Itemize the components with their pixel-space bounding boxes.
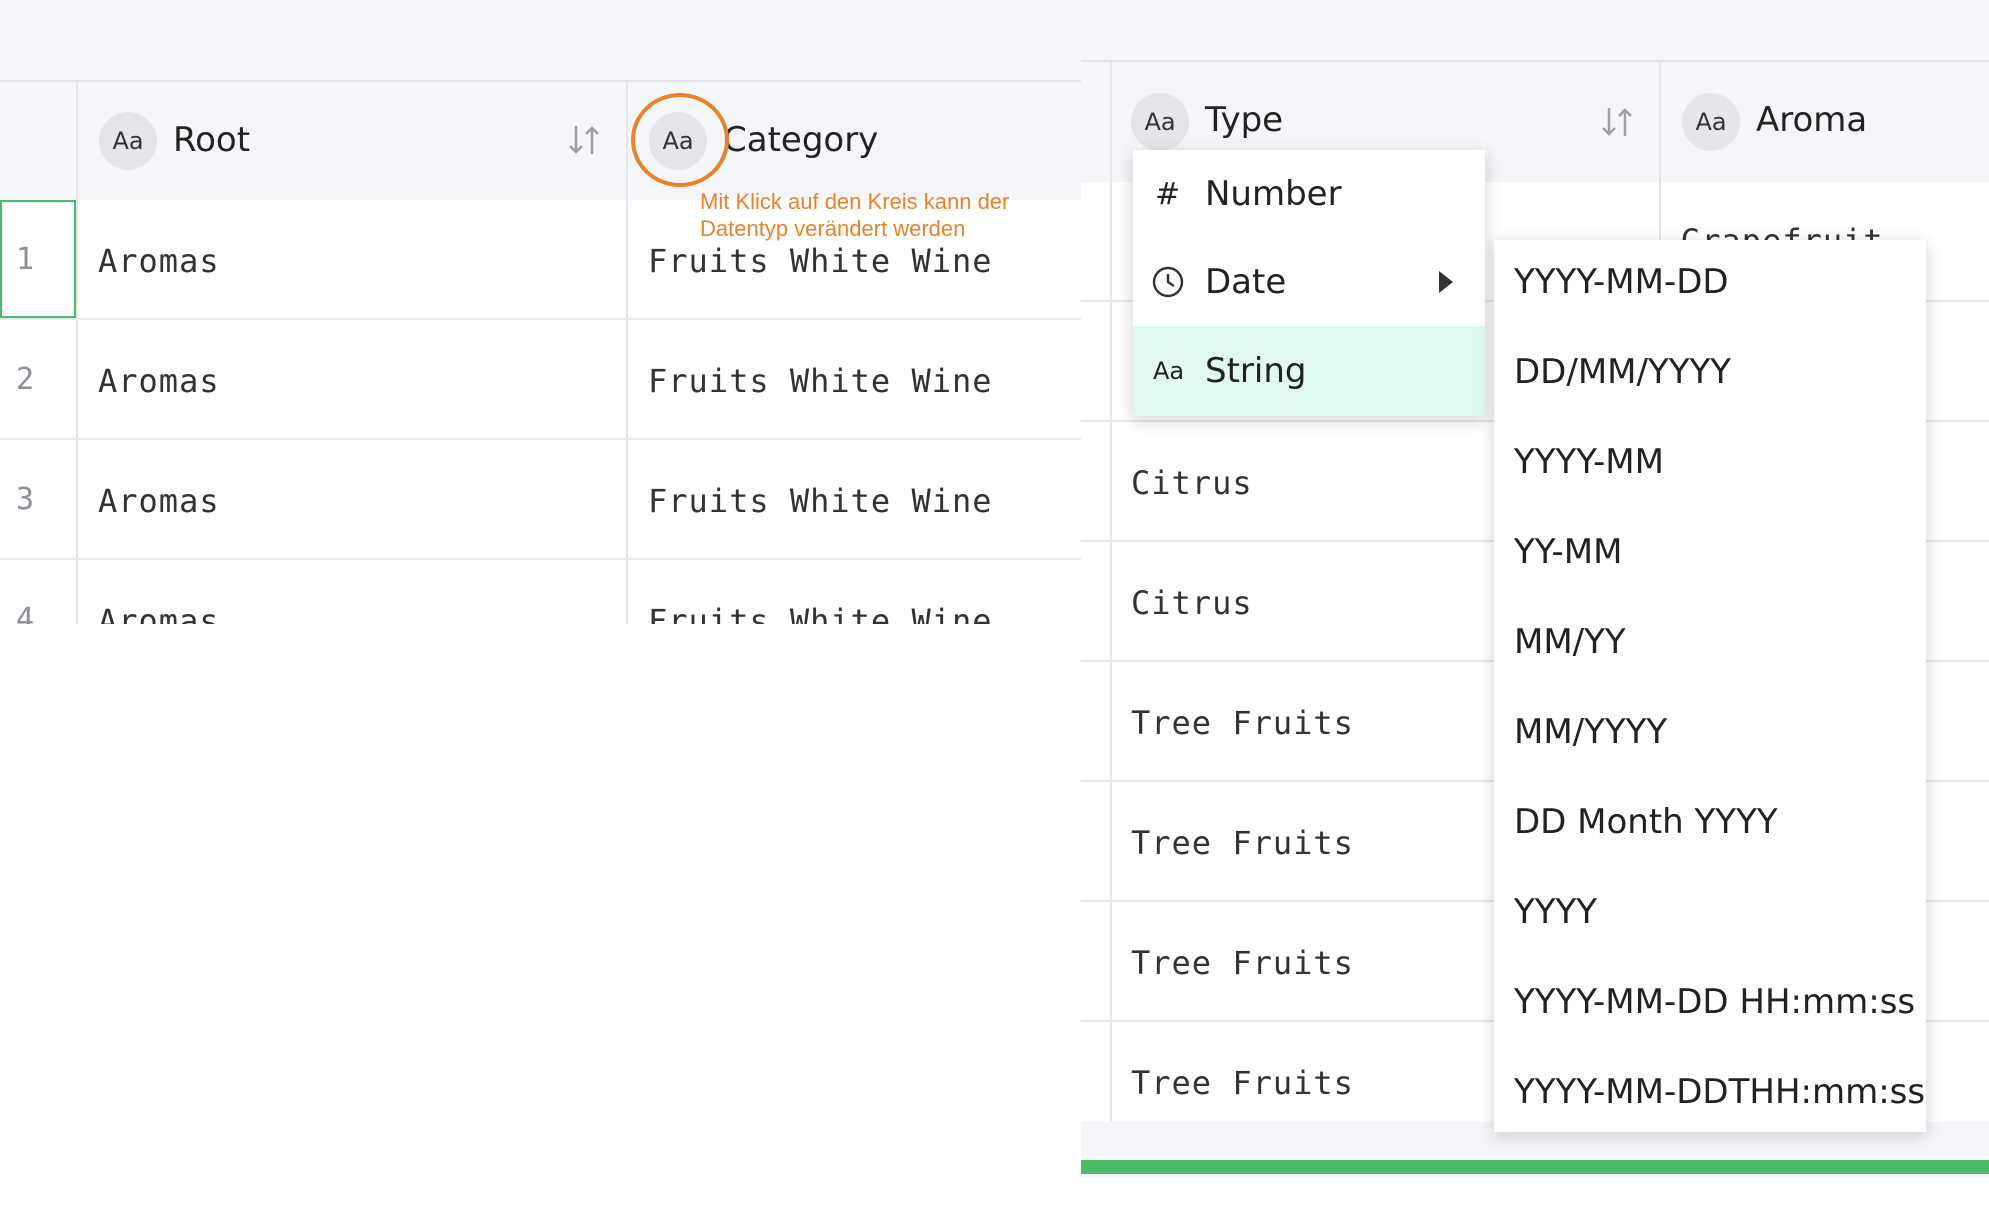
row-number: 2 <box>16 362 35 397</box>
date-format-option[interactable]: YYYY-MM-DD HH:mm:ss <box>1514 982 1915 1022</box>
annotation-note: Mit Klick auf den Kreis kann der Datenty… <box>700 188 1009 242</box>
menu-item-label: Date <box>1205 262 1287 302</box>
cell-category[interactable]: Fruits White Wine <box>648 482 993 520</box>
cell-category[interactable]: Fruits White Wine <box>648 242 993 280</box>
chevron-right-icon <box>1439 271 1453 293</box>
column-title-type: Type <box>1205 100 1284 140</box>
date-format-option[interactable]: DD Month YYYY <box>1514 802 1778 842</box>
cell-type[interactable]: Citrus <box>1131 584 1253 622</box>
menu-item-number[interactable]: # Number <box>1133 150 1485 238</box>
menu-item-label: Number <box>1205 174 1342 214</box>
right-table-panel: Aa Type Aa Aroma Grapefruit Citrus Citru… <box>1081 0 1989 1178</box>
date-format-option[interactable]: YYYY-MM-DD <box>1514 262 1729 302</box>
date-format-option[interactable]: YYYY-MM <box>1514 442 1664 482</box>
menu-item-date[interactable]: Date <box>1133 238 1485 326</box>
cell-type[interactable]: Tree Fruits <box>1131 824 1354 862</box>
row-number: 4 <box>16 602 35 624</box>
divider <box>76 82 78 200</box>
left-table-panel: Aa Root Aa Category 1 Aromas Fruits Whit… <box>0 0 1081 624</box>
table-row[interactable]: 3 Aromas Fruits White Wine <box>0 440 1081 560</box>
divider <box>1659 62 1661 182</box>
cell-type[interactable]: Tree Fruits <box>1131 1064 1354 1102</box>
date-format-submenu: YYYY-MM-DD DD/MM/YYYY YYYY-MM YY-MM MM/Y… <box>1494 240 1926 1132</box>
type-badge-root[interactable]: Aa <box>99 112 157 170</box>
row-number: 3 <box>16 482 35 517</box>
type-badge-aroma[interactable]: Aa <box>1682 93 1740 151</box>
column-title-aroma: Aroma <box>1756 100 1868 140</box>
date-format-option[interactable]: YYYY <box>1514 892 1597 932</box>
cell-type[interactable]: Citrus <box>1131 464 1253 502</box>
date-format-option[interactable]: YYYY-MM-DDTHH:mm:ss <box>1514 1072 1925 1112</box>
cell-root[interactable]: Aromas <box>98 602 220 624</box>
annotation-line: Mit Klick auf den Kreis kann der <box>700 189 1010 214</box>
column-title-category: Category <box>723 120 879 160</box>
cell-category[interactable]: Fruits White Wine <box>648 602 993 624</box>
date-format-option[interactable]: MM/YYYY <box>1514 712 1667 752</box>
cell-root[interactable]: Aromas <box>98 242 220 280</box>
selected-cell-outline <box>0 200 76 318</box>
left-table-header: Aa Root Aa Category <box>0 80 1081 202</box>
date-format-option[interactable]: MM/YY <box>1514 622 1626 662</box>
left-table-body: 1 Aromas Fruits White Wine 2 Aromas Frui… <box>0 200 1081 624</box>
annotation-line: Datentyp verändert werden <box>700 216 966 241</box>
date-format-option[interactable]: YY-MM <box>1514 532 1622 572</box>
row-number: 1 <box>16 242 35 277</box>
cell-root[interactable]: Aromas <box>98 482 220 520</box>
date-format-option[interactable]: DD/MM/YYYY <box>1514 352 1731 392</box>
cell-type[interactable]: Tree Fruits <box>1131 944 1354 982</box>
highlight-circle <box>631 93 729 187</box>
menu-item-label: String <box>1205 351 1307 391</box>
table-row[interactable]: 2 Aromas Fruits White Wine <box>0 320 1081 440</box>
table-row[interactable]: 4 Aromas Fruits White Wine <box>0 560 1081 624</box>
type-menu: # Number Date Aa String <box>1133 150 1485 416</box>
type-badge-type[interactable]: Aa <box>1131 93 1189 151</box>
column-title-root: Root <box>173 120 251 160</box>
aa-icon: Aa <box>1153 357 1185 385</box>
sort-icon[interactable] <box>566 122 602 158</box>
sort-icon[interactable] <box>1599 104 1635 140</box>
cell-type[interactable]: Tree Fruits <box>1131 704 1354 742</box>
cell-root[interactable]: Aromas <box>98 362 220 400</box>
hash-icon: # <box>1155 176 1181 212</box>
clock-icon <box>1152 266 1184 298</box>
divider <box>1110 62 1112 182</box>
cell-category[interactable]: Fruits White Wine <box>648 362 993 400</box>
progress-bar <box>1081 1160 1989 1174</box>
menu-item-string[interactable]: Aa String <box>1133 326 1485 416</box>
